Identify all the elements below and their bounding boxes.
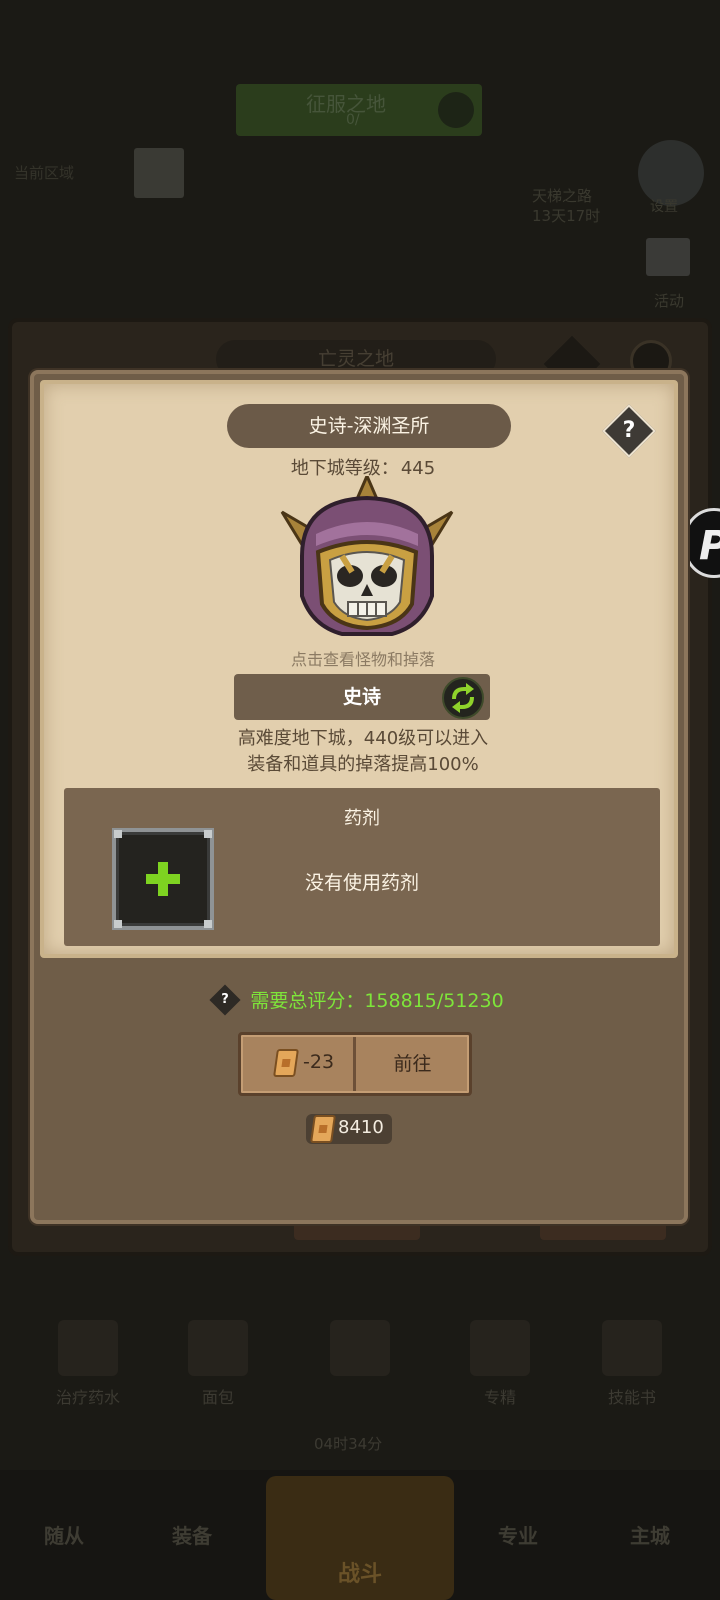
- area-icon: [134, 148, 184, 198]
- help-button[interactable]: ?: [602, 404, 656, 458]
- settings-label: 设置: [650, 199, 678, 215]
- shop-item: 面包: [158, 1320, 278, 1408]
- shop-item: 专精: [440, 1320, 560, 1408]
- shop-timer: 04时34分: [314, 1435, 383, 1453]
- conquest-banner-subtitle: 0/: [346, 112, 360, 128]
- balance-text: 8410: [338, 1117, 384, 1138]
- difficulty-bar: 史诗: [234, 674, 490, 720]
- ticket-balance: 8410: [306, 1114, 392, 1144]
- dungeon-dialog: 史诗-深渊圣所 ? 地下城等级： 445 点击查看怪物和掉落 史诗 高难度地下城…: [30, 370, 688, 1224]
- description-line-1: 高难度地下城，440级可以进入: [237, 728, 489, 749]
- go-button[interactable]: 前往: [356, 1035, 469, 1093]
- ladder-info: 天梯之路 13天17时: [532, 186, 600, 226]
- shop-item: 技能书: [572, 1320, 692, 1408]
- question-icon: ?: [622, 418, 636, 443]
- ladder-timer: 13天17时: [532, 207, 601, 225]
- shop-item: 治疗药水: [28, 1320, 148, 1408]
- gift-icon: [646, 238, 690, 276]
- ladder-title: 天梯之路: [532, 187, 593, 205]
- arrow-circle-icon: [438, 92, 474, 128]
- skull-helmet-icon: [280, 472, 454, 636]
- dungeon-title: 史诗-深渊圣所: [227, 404, 511, 448]
- refresh-arrows-icon: [452, 683, 474, 713]
- monster-hint: 点击查看怪物和掉落: [290, 650, 435, 669]
- shop-item: [300, 1320, 420, 1384]
- switch-difficulty-button[interactable]: [442, 677, 484, 719]
- nav-followers: 随从: [44, 1524, 84, 1548]
- description-line-2: 装备和道具的掉落提高100%: [247, 754, 479, 775]
- cost-button[interactable]: -23: [241, 1035, 353, 1093]
- nav-city: 主城: [630, 1524, 670, 1548]
- nav-equipment: 装备: [172, 1524, 212, 1548]
- scroll-ticket-icon: [273, 1049, 299, 1077]
- requirement-text: 需要总评分：158815/51230: [250, 990, 504, 1012]
- potion-title: 药剂: [344, 808, 380, 829]
- nav-battle: 战斗: [266, 1476, 454, 1600]
- monster-preview-button[interactable]: [272, 472, 462, 646]
- scroll-ticket-icon: [310, 1115, 336, 1143]
- action-bar: -23 前往: [238, 1032, 472, 1096]
- potion-empty-text: 没有使用药剂: [304, 872, 419, 894]
- dungeon-info-card: 史诗-深渊圣所 ? 地下城等级： 445 点击查看怪物和掉落 史诗 高难度地下城…: [40, 380, 678, 958]
- requirement-help-icon[interactable]: ?: [209, 983, 241, 1016]
- score-requirement: ? 需要总评分：158815/51230: [34, 983, 684, 1016]
- cost-text: -23: [303, 1051, 335, 1073]
- activity-label: 活动: [654, 292, 685, 310]
- potion-section: 药剂 没有使用药剂: [64, 788, 660, 946]
- nav-profession: 专业: [498, 1524, 538, 1548]
- current-area-label: 当前区域: [14, 164, 75, 182]
- dungeon-description: 高难度地下城，440级可以进入 装备和道具的掉落提高100%: [44, 726, 682, 778]
- conquest-banner: 征服之地 0/: [236, 84, 482, 136]
